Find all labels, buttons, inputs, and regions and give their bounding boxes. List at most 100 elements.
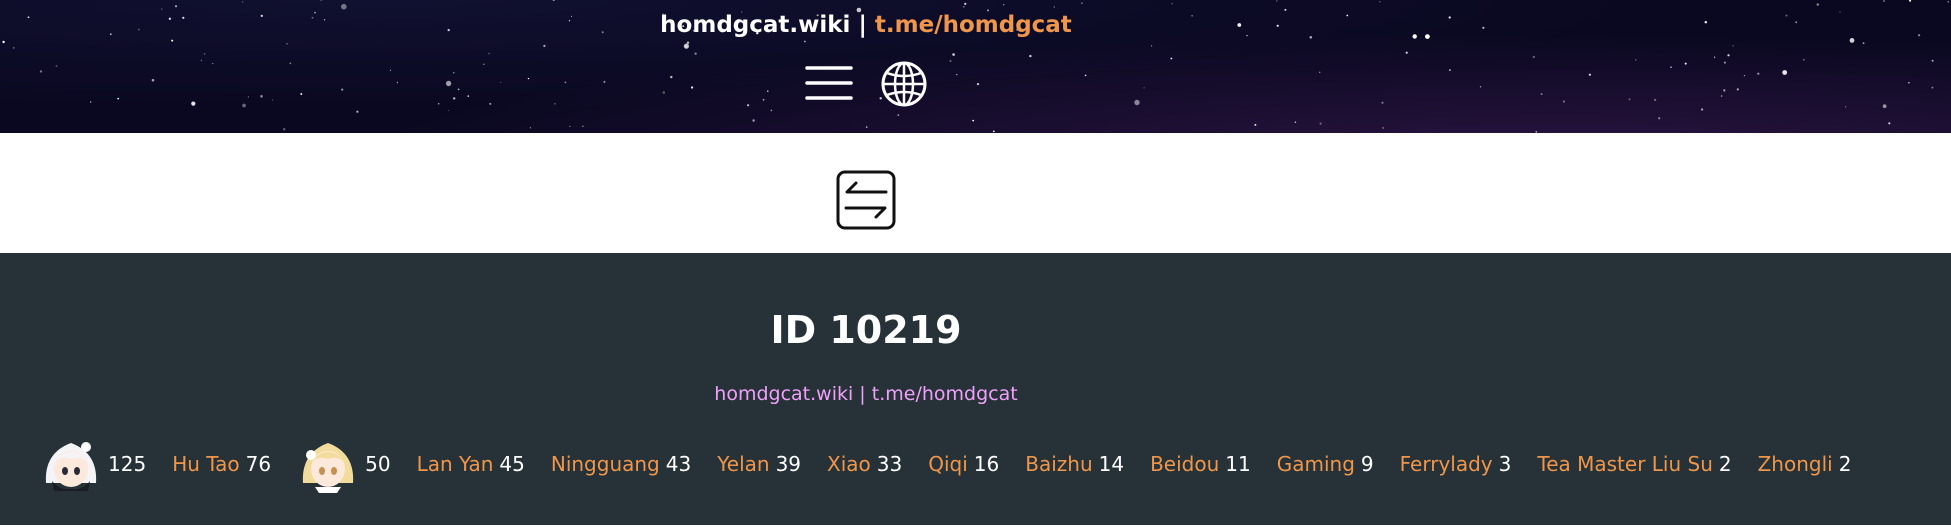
star [865,126,868,128]
star [956,73,958,76]
star [1723,89,1726,92]
character-entry[interactable]: Zhongli 2 [1758,452,1852,476]
star [1845,106,1847,108]
star [529,127,532,129]
star [962,6,965,8]
star [1081,2,1083,4]
star [1134,99,1140,106]
star [762,98,765,101]
star [453,72,455,74]
character-entry[interactable]: Ningguang 43 [551,452,691,476]
character-entry[interactable]: 125 [40,433,146,495]
language-button[interactable] [880,60,928,108]
character-entry[interactable]: 50 [297,433,391,495]
character-entry[interactable]: Ferrylady 3 [1400,452,1512,476]
character-entry[interactable]: Hu Tao 76 [172,452,271,476]
star [527,77,530,80]
character-count: 9 [1360,452,1374,476]
character-entry[interactable]: Yelan 39 [717,452,801,476]
star [467,95,470,97]
character-count: 11 [1225,452,1251,476]
star [662,91,665,94]
character-name: Yelan [717,452,770,476]
character-entry[interactable]: Tea Master Liu Su 2 [1537,452,1731,476]
star [691,86,694,89]
character-entry[interactable]: Qiqi 16 [928,452,999,476]
character-name: Gaming [1276,452,1355,476]
star [1143,87,1145,89]
character-list: 125 Hu Tao 76 50 Lan Yan 45 Ningguang 43 Yelan 39… [40,433,1951,495]
star [1743,75,1746,77]
character-name: Tea Master Liu Su [1537,452,1713,476]
star [1405,51,1408,54]
site-link[interactable]: homdgcat.wiki [660,12,850,38]
star [117,97,120,100]
character-name: Qiqi [928,452,968,476]
star [804,40,806,43]
star [212,63,214,65]
star [272,99,274,101]
star [289,62,292,65]
character-count: 2 [1718,452,1732,476]
star [770,109,773,112]
character-name: Ningguang [550,452,660,476]
star [1029,54,1032,58]
star [12,47,15,49]
swap-button[interactable] [836,170,896,230]
star [242,1,244,3]
star [1931,59,1934,62]
star [283,128,286,131]
character-entry[interactable]: Beidou 11 [1150,452,1251,476]
star [1170,57,1173,60]
star [897,114,900,116]
character-entry[interactable]: Baizhu 14 [1025,452,1124,476]
menu-button[interactable] [805,62,853,104]
star [1319,122,1322,125]
star [1379,1,1381,3]
star [55,65,58,67]
star [2,40,5,44]
star [554,103,556,105]
sub-links[interactable]: homdgcat.wiki | t.me/homdgcat [0,383,1732,405]
star [356,110,359,113]
star [389,69,391,71]
telegram-link[interactable]: t.me/homdgcat [875,12,1072,38]
star [1918,34,1921,37]
star [1888,122,1891,125]
star [603,80,606,83]
character-name: Ferrylady [1399,452,1493,476]
star [1839,11,1841,13]
star [1862,42,1865,45]
star [1540,93,1543,96]
star [1053,6,1055,8]
toolbar [0,133,1951,253]
star [747,104,750,107]
character-entry[interactable]: Lan Yan 45 [417,452,525,476]
character-name: Beidou [1150,452,1220,476]
star [694,52,697,55]
star [445,80,452,87]
star [1635,59,1637,61]
star [90,101,92,103]
star [396,81,399,84]
star [1882,104,1887,109]
hamburger-menu-icon [805,66,853,100]
character-entry[interactable]: Gaming 9 [1277,452,1374,476]
star [1931,86,1934,89]
star [300,93,303,95]
star [964,2,967,5]
character-count: 16 [973,452,1000,476]
star [1849,38,1855,43]
star [1276,0,1278,2]
star [1382,127,1384,129]
character-count: 76 [245,452,272,476]
character-entry[interactable]: Xiao 33 [827,452,902,476]
star [320,0,322,1]
star [1736,88,1739,91]
star [1658,117,1661,120]
star [1785,14,1788,17]
star [1003,4,1005,6]
star [949,60,952,62]
star [175,5,177,8]
star [683,43,690,49]
